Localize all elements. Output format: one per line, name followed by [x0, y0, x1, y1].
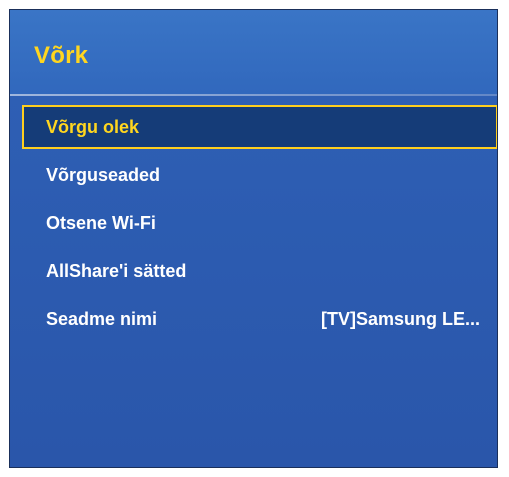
title-band: Võrk — [10, 10, 497, 94]
menu-item-device-name[interactable]: Seadme nimi [TV]Samsung LE... — [22, 297, 497, 341]
menu-item-label: AllShare'i sätted — [46, 261, 187, 281]
menu-item-network-status[interactable]: Võrgu olek — [22, 105, 497, 149]
page-title: Võrk — [34, 42, 89, 69]
menu-item-label: Seadme nimi — [46, 309, 158, 329]
network-menu-panel: Võrk Võrgu olek Võrguseaded Otsene Wi-Fi… — [9, 9, 498, 468]
menu-item-allshare-settings[interactable]: AllShare'i sätted — [22, 249, 497, 293]
menu-item-label: Võrguseaded — [46, 165, 161, 185]
menu-item-label: Võrgu olek — [46, 117, 140, 137]
device-name-value: [TV]Samsung LE... — [320, 309, 480, 329]
menu-item-label: Otsene Wi-Fi — [46, 213, 156, 233]
menu-item-network-settings[interactable]: Võrguseaded — [22, 153, 497, 197]
menu-item-wifi-direct[interactable]: Otsene Wi-Fi — [22, 201, 497, 245]
title-divider — [10, 94, 497, 96]
